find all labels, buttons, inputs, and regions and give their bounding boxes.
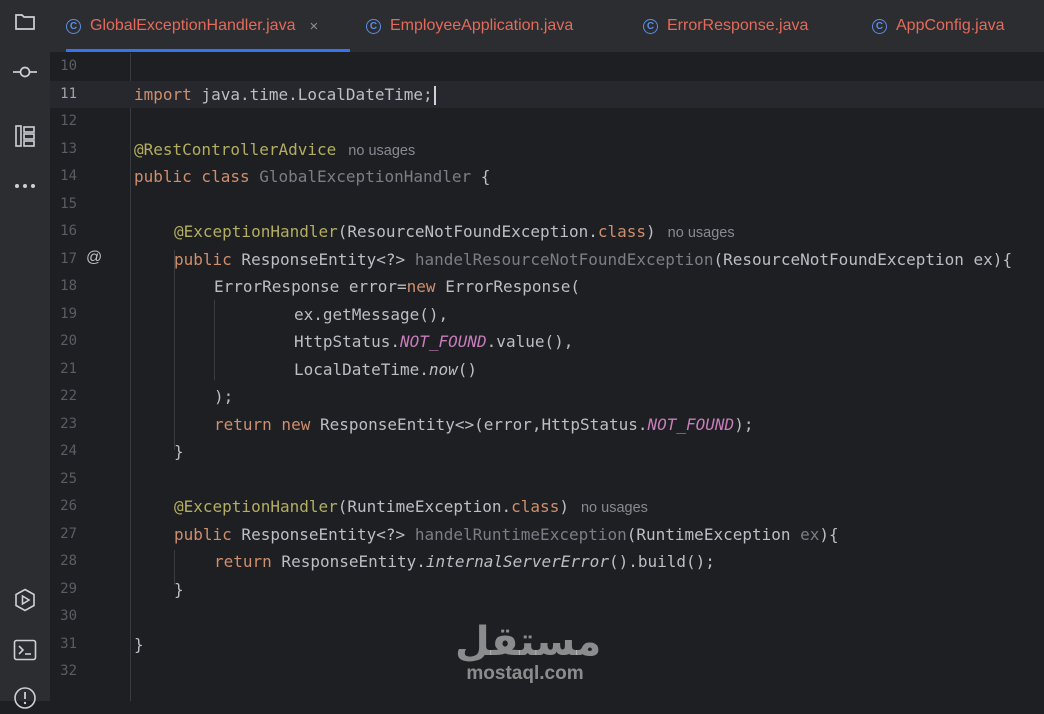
code-text: ); [214, 387, 234, 406]
folder-icon[interactable] [9, 6, 41, 38]
line-number: 17 [60, 250, 77, 267]
code-text: ex.getMessage(), [294, 304, 449, 324]
code-text: return new ResponseEntity<>(error,HttpSt… [214, 414, 754, 434]
line-number: 25 [60, 470, 77, 487]
java-class-icon: C [643, 18, 658, 34]
code-line: 28 return ResponseEntity.internalServerE… [50, 548, 1044, 576]
code-text: public ResponseEntity<?> handelRuntimeEx… [174, 524, 839, 544]
override-gutter-icon[interactable]: @ [86, 249, 104, 267]
code-text: } [174, 442, 184, 461]
structure-icon[interactable] [9, 120, 41, 152]
code-line-current: 11 import java.time.LocalDateTime; [50, 80, 1044, 109]
usages-hint: no usages [580, 500, 648, 516]
commit-icon[interactable] [9, 56, 41, 88]
line-number: 20 [60, 333, 77, 349]
code-line: 17 public ResponseEntity<?> handelResour… [50, 246, 1044, 274]
run-icon[interactable] [9, 584, 41, 616]
code-line: 15 [50, 191, 1044, 219]
line-number: 27 [60, 525, 77, 542]
code-line: 27 public ResponseEntity<?> handelRuntim… [50, 521, 1044, 549]
code-text: @ExceptionHandler(ResourceNotFoundExcept… [174, 222, 735, 241]
code-line: 13 @RestControllerAdvice no usages [50, 136, 1044, 164]
code-text: @ExceptionHandler(RuntimeException.class… [174, 497, 648, 516]
line-number: 31 [60, 635, 77, 652]
usages-hint: no usages [348, 142, 416, 159]
code-line: 21 LocalDateTime.now() [50, 356, 1044, 384]
code-text: } [134, 634, 144, 654]
line-number: 13 [60, 140, 77, 157]
code-text: return ResponseEntity.internalServerErro… [214, 552, 715, 571]
java-class-icon: C [66, 18, 81, 34]
line-number: 15 [60, 195, 77, 212]
tab-label: AppConfig.java [896, 17, 1005, 34]
code-line: 22 ); [50, 383, 1044, 411]
code-text: @RestControllerAdvice no usages [134, 139, 416, 159]
code-line: 12 [50, 108, 1044, 136]
code-line: 14 public class GlobalExceptionHandler { [50, 163, 1044, 191]
line-number: 18 [60, 278, 77, 294]
code-line: 25 [50, 466, 1044, 494]
line-number: 26 [60, 498, 77, 514]
code-line: 23 return new ResponseEntity<>(error,Htt… [50, 411, 1044, 439]
code-line: 16 @ExceptionHandler(ResourceNotFoundExc… [50, 218, 1044, 246]
code-line: 10 [50, 53, 1044, 81]
line-number: 24 [60, 443, 77, 459]
text-caret [433, 85, 436, 105]
editor-tab-bar: C GlobalExceptionHandler.java × C Employ… [50, 0, 1044, 53]
line-number: 12 [60, 113, 77, 129]
code-text: public ResponseEntity<?> handelResourceN… [174, 249, 1013, 269]
code-line: 29 } [50, 576, 1044, 604]
line-number: 11 [60, 85, 77, 102]
line-number: 28 [60, 553, 77, 569]
line-number: 10 [60, 58, 77, 74]
line-number: 30 [60, 608, 77, 624]
tab-global-exception-handler[interactable]: C GlobalExceptionHandler.java × [66, 0, 350, 52]
line-number: 29 [60, 580, 77, 597]
line-number: 14 [60, 168, 77, 184]
code-text: } [174, 579, 184, 599]
problems-icon[interactable] [9, 682, 41, 714]
code-text: ErrorResponse error=new ErrorResponse( [214, 277, 581, 296]
tab-label: ErrorResponse.java [667, 17, 809, 34]
code-line: 24 } [50, 438, 1044, 466]
line-number: 19 [60, 305, 77, 322]
code-text: public class GlobalExceptionHandler { [134, 167, 491, 186]
tab-error-response[interactable]: C ErrorResponse.java [643, 0, 808, 52]
line-number: 21 [60, 360, 77, 377]
code-text: HttpStatus.NOT_FOUND.value(), [294, 332, 574, 351]
tab-label: EmployeeApplication.java [390, 17, 574, 34]
terminal-icon[interactable] [9, 634, 41, 666]
code-text: import java.time.LocalDateTime; [134, 81, 436, 109]
line-number: 16 [60, 223, 77, 239]
usages-hint: no usages [667, 225, 735, 241]
java-class-icon: C [872, 18, 887, 34]
tab-label: GlobalExceptionHandler.java [90, 17, 296, 34]
code-text: LocalDateTime.now() [294, 359, 478, 379]
more-icon[interactable] [9, 170, 41, 202]
code-line: 19 ex.getMessage(), [50, 301, 1044, 329]
tab-employee-application[interactable]: C EmployeeApplication.java [366, 0, 573, 52]
code-line: 20 HttpStatus.NOT_FOUND.value(), [50, 328, 1044, 356]
watermark-logo: مستقل mostaql.com [455, 619, 602, 684]
java-main-class-icon: C [366, 18, 381, 34]
tab-app-config[interactable]: C AppConfig.java [872, 0, 1005, 52]
code-line: 26 @ExceptionHandler(RuntimeException.cl… [50, 493, 1044, 521]
line-number: 32 [60, 663, 77, 679]
line-number: 22 [60, 388, 77, 404]
close-icon[interactable]: × [309, 18, 318, 35]
tool-window-sidebar [0, 0, 51, 709]
code-line: 18 ErrorResponse error=new ErrorResponse… [50, 273, 1044, 301]
line-number: 23 [60, 415, 77, 432]
